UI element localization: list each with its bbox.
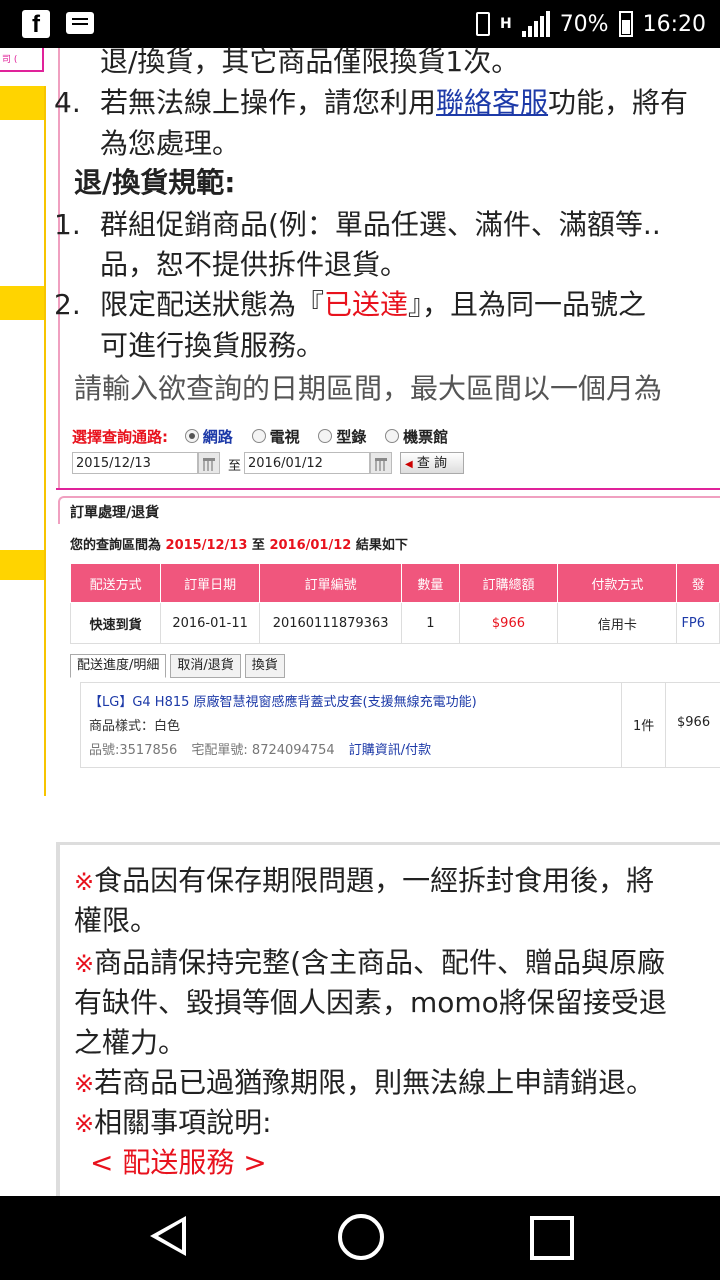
order-action-tabs: 配送進度/明細 取消/退貨 換貨 [70,654,285,678]
policy-line: 退/換貨，其它商品僅限換貨1次。 [100,45,520,78]
note-mark-icon: ※ [74,1110,95,1138]
message-icon [66,12,94,34]
to-label: 至 [228,459,242,474]
vibrate-icon [475,12,490,36]
note-mark-icon: ※ [74,868,95,896]
facebook-icon: f [22,10,50,38]
channel-option-ticket[interactable]: 機票館 [385,428,448,446]
end-date-input[interactable]: 2016/01/12 [244,452,370,474]
item-quantity: 1件 [633,719,655,734]
note-2-cont: 之權力。 [74,1026,187,1059]
product-title-link[interactable]: 【LG】G4 H815 原廠智慧視窗感應背蓋式皮套(支援無線充電功能) [89,691,477,710]
status-bar: f H 70% 16:20 [0,0,720,48]
policy-item-number: 4. [54,86,81,119]
orders-table-header: 配送方式 訂單日期 訂單編號 數量 訂購總額 付款方式 發 [69,563,720,603]
policy-item-4-cont: 為您處理。 [100,127,241,160]
left-panel-yellow-bar [0,286,44,320]
divider [621,683,622,767]
contact-service-link[interactable]: 聯絡客服 [436,86,548,119]
note-3: ※若商品已過猶豫期限，則無法線上申請銷退。 [74,1066,655,1099]
recent-apps-icon[interactable] [530,1216,574,1260]
query-range-summary: 您的查詢區間為 2015/12/13 至 2016/01/12 結果如下 [70,538,408,553]
rule-2-cont: 可進行換貨服務。 [100,329,325,362]
channel-label: 選擇查詢通路: [72,428,168,446]
order-section-header: 訂單處理/退貨 [58,496,720,524]
battery-percent: 70% [559,11,609,37]
invoice-link[interactable]: FP6 [676,602,720,644]
left-panel-yellow-bar [0,86,44,120]
order-number: 20160111879363 [259,602,403,644]
tab-exchange[interactable]: 換貨 [244,654,285,678]
channel-option-tv[interactable]: 電視 [251,428,300,446]
rule-number: 2. [54,288,81,321]
order-total: $966 [458,602,559,644]
start-date-input[interactable]: 2015/12/13 [72,452,198,474]
tab-cancel-return[interactable]: 取消/退貨 [170,654,241,678]
channel-option-web[interactable]: 網路 [184,428,233,446]
return-policy-document: 退/換貨，其它商品僅限換貨1次。 4. 若無法線上操作，請您利用聯絡客服功能，將… [54,45,720,488]
rules-heading: 退/換貨規範: [74,166,236,199]
delivered-status: 已送達 [324,288,409,321]
notes-panel: ※食品因有保存期限問題，一經拆封食用後，將 權限。 ※商品請保持完整(含主商品、… [56,842,720,1205]
query-button[interactable]: ◀ 查 詢 [400,452,464,474]
battery-icon [618,11,633,37]
rule-number: 1. [54,208,81,241]
column-header: 訂購總額 [458,563,559,603]
order-date: 2016-01-11 [160,602,261,644]
delivery-method: 快速到貨 [69,602,162,644]
calendar-icon[interactable] [198,452,220,474]
rule-1: 群組促銷商品(例：單品任選、滿件、滿額等.. [100,208,661,241]
left-panel-yellow-bar [0,550,44,580]
item-amount: $966 [677,715,711,730]
signal-icon [521,11,550,37]
rule-2: 限定配送狀態為『已送達』，且為同一品號之 [100,288,647,321]
order-quantity: 1 [401,602,460,644]
delivery-service-link[interactable]: < 配送服務 > [90,1145,267,1181]
data-h-icon: H [499,16,512,32]
left-panel-top-box: 司 ( [0,48,44,72]
column-header: 數量 [401,563,460,603]
column-header: 配送方式 [69,563,162,603]
query-prompt: 請輸入欲查詢的日期區間，最大區間以一個月為 [74,372,663,405]
column-header: 訂單編號 [259,563,403,603]
order-section-title: 訂單處理/退貨 [70,505,160,521]
note-2-cont: 有缺件、毀損等個人因素，momo將保留接受退 [74,986,667,1019]
policy-item-4: 若無法線上操作，請您利用聯絡客服功能，將有 [100,86,689,119]
left-side-panel: 司 ( [0,48,46,796]
arrow-icon: ◀ [405,459,413,470]
note-mark-icon: ※ [74,950,95,978]
table-row[interactable]: 快速到貨 2016-01-11 20160111879363 1 $966 信用… [69,602,720,644]
product-meta: 品號:3517856 宅配單號: 8724094754 訂購資訊/付款 [89,743,432,758]
calendar-icon[interactable] [370,452,392,474]
radio-selected-icon[interactable] [184,429,199,443]
channel-option-catalog[interactable]: 型錄 [318,428,366,446]
back-icon[interactable] [150,1216,186,1256]
note-mark-icon: ※ [74,1070,95,1098]
radio-icon[interactable] [385,429,400,443]
navigation-bar [0,1196,720,1280]
section-divider [56,488,720,490]
rule-1-cont: 品，恕不提供拆件退貨。 [100,248,409,281]
payment-method: 信用卡 [557,602,678,644]
note-1-cont: 權限。 [74,904,159,937]
column-header: 付款方式 [557,563,678,603]
product-style: 商品樣式：白色 [89,719,181,734]
note-1: ※食品因有保存期限問題，一經拆封食用後，將 [74,864,655,897]
column-header: 訂單日期 [160,563,261,603]
divider [665,683,666,767]
orders-table: 配送方式 訂單日期 訂單編號 數量 訂購總額 付款方式 發 快速到貨 2016-… [69,563,720,644]
order-item: 【LG】G4 H815 原廠智慧視窗感應背蓋式皮套(支援無線充電功能) 商品樣式… [80,682,720,768]
note-4: ※相關事項說明: [74,1106,272,1139]
order-info-payment-link[interactable]: 訂購資訊/付款 [349,743,431,758]
radio-icon[interactable] [251,429,266,443]
home-icon[interactable] [338,1214,384,1260]
radio-icon[interactable] [318,429,333,443]
note-2: ※商品請保持完整(含主商品、配件、贈品與原廠 [74,946,666,979]
left-panel-strip [0,86,46,796]
column-header: 發 [676,563,720,603]
clock: 16:20 [642,11,706,37]
tab-delivery-details[interactable]: 配送進度/明細 [70,654,167,678]
